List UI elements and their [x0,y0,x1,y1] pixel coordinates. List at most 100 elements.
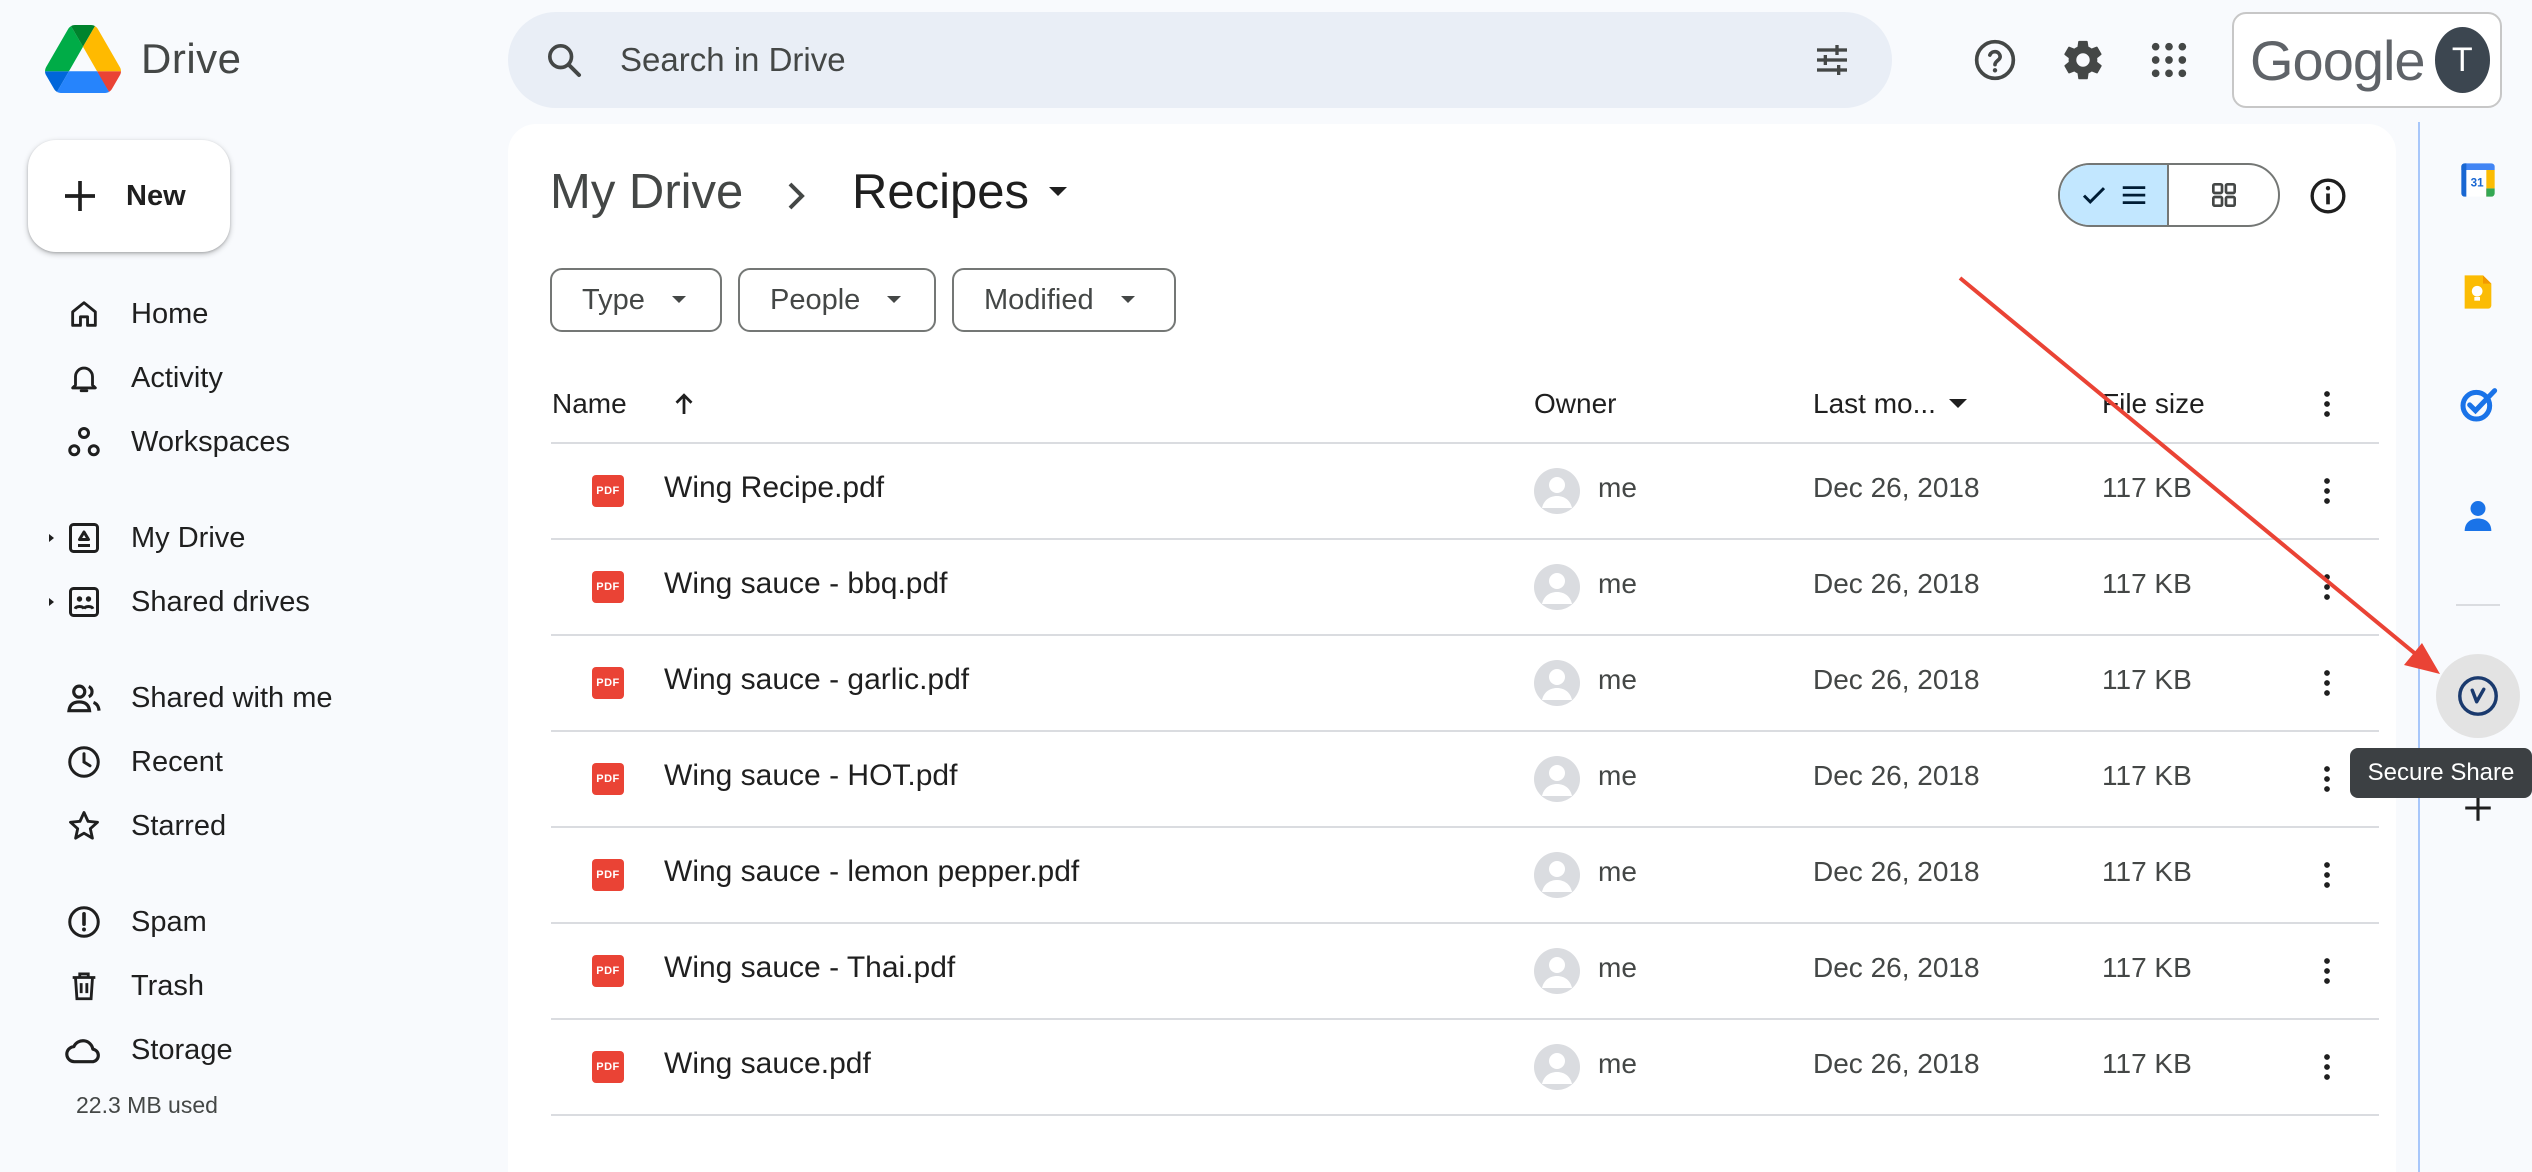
search-bar[interactable] [508,12,1892,108]
gear-icon [2064,40,2102,80]
tasks-icon [2460,388,2498,422]
tasks-app-button[interactable] [2448,374,2508,434]
table-row[interactable]: PDF Wing sauce - bbq.pdf me Dec 26, 2018… [551,540,2379,634]
column-header-owner[interactable]: Owner [1534,384,1616,424]
modified-date: Dec 26, 2018 [1813,856,1980,887]
modified-date: Dec 26, 2018 [1813,1048,1980,1079]
workspaces-icon [68,427,100,457]
keep-app-button[interactable] [2448,262,2508,322]
more-vert-icon [2324,862,2330,888]
drive-logo-icon [45,25,121,93]
column-header-file-size[interactable]: File size [2102,384,2205,424]
pdf-file-icon: PDF [592,763,624,795]
search-icon[interactable] [544,40,584,80]
pdf-file-icon: PDF [592,667,624,699]
secure-share-button[interactable] [2436,654,2520,738]
table-row[interactable]: PDF Wing sauce.pdf me Dec 26, 2018 117 K… [551,1020,2379,1114]
owner-name: me [1598,952,1637,983]
owner-avatar [1534,660,1580,706]
caret-down-icon [1049,187,1068,196]
pdf-file-icon: PDF [592,571,624,603]
row-more-button[interactable] [2307,471,2347,511]
column-header-last-modified[interactable]: Last mo... [1813,384,1968,424]
new-button[interactable]: New [28,140,230,252]
arrow-up-icon[interactable] [669,389,699,419]
breadcrumb-current-folder[interactable]: Recipes [852,164,1069,220]
file-size: 117 KB [2102,760,2192,791]
shared-drives-icon [69,587,99,617]
table-row[interactable]: PDF Wing Recipe.pdf me Dec 26, 2018 117 … [551,444,2379,538]
caret-right-icon[interactable] [46,597,56,607]
breadcrumb-my-drive[interactable]: My Drive [550,164,743,220]
row-more-button[interactable] [2307,759,2347,799]
apps-button[interactable] [2134,25,2204,95]
chip-label: People [770,283,861,316]
sidebar-item-home[interactable]: Home [0,284,500,344]
details-button[interactable] [2300,168,2356,224]
modified-date: Dec 26, 2018 [1813,472,1980,503]
sidebar-item-shared-drives[interactable]: Shared drives [0,572,500,632]
owner-name: me [1598,856,1637,887]
my-drive-icon [69,523,99,553]
filter-people-chip[interactable]: People [738,268,936,332]
sidebar-item-label: Shared drives [131,585,310,618]
caret-down-icon [887,296,902,303]
caret-right-icon[interactable] [46,533,56,543]
sidebar-item-trash[interactable]: Trash [0,956,500,1016]
avatar[interactable]: T [2434,27,2490,93]
search-options-icon[interactable] [1812,40,1852,80]
account-switcher[interactable]: Google T [2232,12,2502,108]
file-size: 117 KB [2102,568,2192,599]
column-header-name[interactable]: Name [552,384,699,424]
sidebar-item-label: Activity [131,361,223,394]
table-row[interactable]: PDF Wing sauce - HOT.pdf me Dec 26, 2018… [551,732,2379,826]
app-name: Drive [141,35,242,82]
sidebar-item-my-drive[interactable]: My Drive [0,508,500,568]
owner-name: me [1598,1048,1637,1079]
grid-icon [2211,183,2236,207]
more-vert-icon [2324,574,2330,600]
row-more-button[interactable] [2307,855,2347,895]
file-size: 117 KB [2102,856,2192,887]
more-vert-icon [2324,670,2330,696]
sidebar-item-starred[interactable]: Starred [0,796,500,856]
sidebar-item-spam[interactable]: Spam [0,892,500,952]
filter-type-chip[interactable]: Type [550,268,722,332]
row-more-button[interactable] [2307,567,2347,607]
owner-avatar [1534,468,1580,514]
calendar-app-button[interactable]: 31 [2448,150,2508,210]
table-row[interactable]: PDF Wing sauce - Thai.pdf me Dec 26, 201… [551,924,2379,1018]
storage-used-text: 22.3 MB used [76,1092,218,1118]
contacts-app-button[interactable] [2448,486,2508,546]
list-view-button[interactable] [2060,165,2169,225]
search-input[interactable] [620,41,1812,79]
row-more-button[interactable] [2307,1047,2347,1087]
table-row[interactable]: PDF Wing sauce - lemon pepper.pdf me Dec… [551,828,2379,922]
sidebar-item-workspaces[interactable]: Workspaces [0,412,500,472]
settings-button[interactable] [2048,25,2118,95]
sidebar-item-label: Spam [131,905,207,938]
table-row[interactable]: PDF Wing sauce - garlic.pdf me Dec 26, 2… [551,636,2379,730]
pdf-file-icon: PDF [592,859,624,891]
sidebar-item-shared-with-me[interactable]: Shared with me [0,668,500,728]
drive-logo[interactable]: Drive [45,25,242,93]
sidebar-item-activity[interactable]: Activity [0,348,500,408]
filter-modified-chip[interactable]: Modified [952,268,1176,332]
row-more-button[interactable] [2307,663,2347,703]
owner-avatar [1534,756,1580,802]
sidebar-item-recent[interactable]: Recent [0,732,500,792]
chip-label: Type [582,283,645,316]
help-button[interactable] [1960,25,2030,95]
file-size: 117 KB [2102,1048,2192,1079]
list-icon [2122,186,2145,204]
row-more-button[interactable] [2307,951,2347,991]
star-icon [69,811,99,840]
info-icon [2310,178,2346,214]
column-options-button[interactable] [2307,384,2347,424]
file-name: Wing sauce - lemon pepper.pdf [664,855,1080,888]
view-toggle[interactable] [2058,163,2280,227]
grid-view-button[interactable] [2169,165,2278,225]
sidebar-item-storage[interactable]: Storage [0,1020,500,1080]
modified-date: Dec 26, 2018 [1813,760,1980,791]
more-vert-icon [2324,766,2330,792]
